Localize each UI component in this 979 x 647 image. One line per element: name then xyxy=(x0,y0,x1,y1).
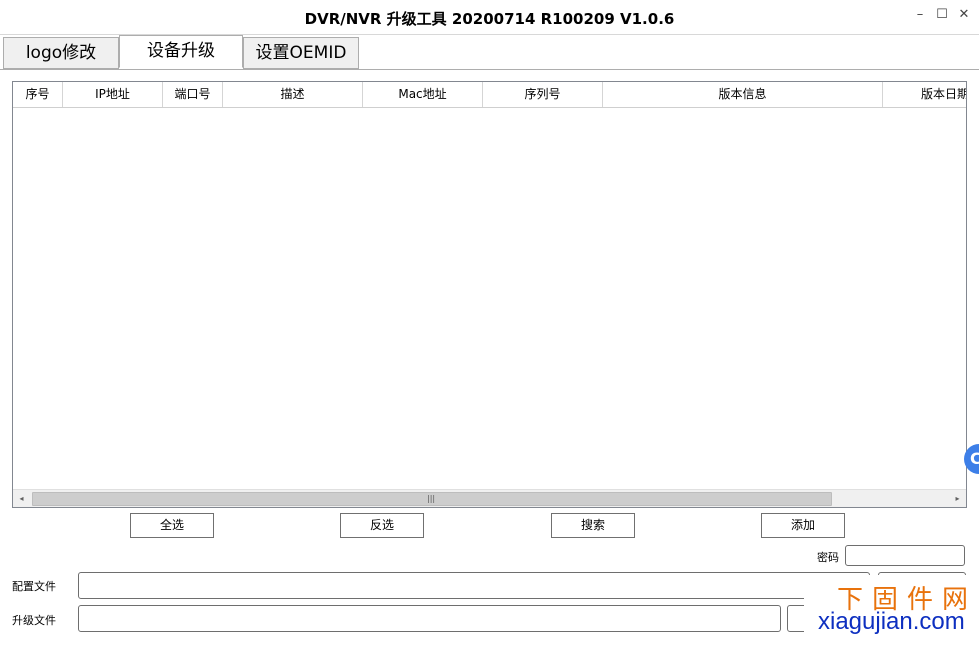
tab-device-upgrade[interactable]: 设备升级 xyxy=(119,35,243,68)
column-header[interactable]: 序列号 xyxy=(483,82,603,107)
tab-logo[interactable]: logo修改 xyxy=(3,37,119,69)
grip-icon: ||| xyxy=(427,494,436,503)
column-header[interactable]: 版本信息 xyxy=(603,82,883,107)
scroll-thumb[interactable]: ||| xyxy=(32,492,832,506)
window-title: DVR/NVR 升级工具 20200714 R100209 V1.0.6 xyxy=(304,10,675,28)
device-table[interactable]: 序号 IP地址 端口号 描述 Mac地址 序列号 版本信息 版本日期 ◂ |||… xyxy=(12,81,967,508)
close-button[interactable]: ✕ xyxy=(957,8,971,22)
maximize-button[interactable]: ☐ xyxy=(935,8,949,22)
password-field[interactable] xyxy=(845,545,965,566)
password-label: 密码 xyxy=(817,551,839,564)
upgrade-file-field[interactable] xyxy=(78,605,781,632)
config-file-label: 配置文件 xyxy=(12,580,56,593)
config-file-field[interactable] xyxy=(78,572,870,599)
watermark: 下固件网 xiagujian.com xyxy=(804,575,979,646)
watermark-en: xiagujian.com xyxy=(818,608,965,635)
add-button[interactable]: 添加 xyxy=(761,513,845,538)
scroll-right-icon[interactable]: ▸ xyxy=(949,490,966,507)
title-bar: DVR/NVR 升级工具 20200714 R100209 V1.0.6 – ☐… xyxy=(0,0,979,35)
scroll-left-icon[interactable]: ◂ xyxy=(13,490,30,507)
horizontal-scrollbar[interactable]: ◂ ||| ▸ xyxy=(13,489,966,507)
column-header[interactable]: 版本日期 xyxy=(883,82,966,107)
column-header[interactable]: 描述 xyxy=(223,82,363,107)
column-header[interactable]: IP地址 xyxy=(63,82,163,107)
search-button[interactable]: 搜索 xyxy=(551,513,635,538)
invert-selection-button[interactable]: 反选 xyxy=(340,513,424,538)
column-header[interactable]: Mac地址 xyxy=(363,82,483,107)
select-all-button[interactable]: 全选 xyxy=(130,513,214,538)
tab-oemid[interactable]: 设置OEMID xyxy=(243,37,359,69)
column-header[interactable]: 端口号 xyxy=(163,82,223,107)
minimize-button[interactable]: – xyxy=(913,8,927,22)
upgrade-file-label: 升级文件 xyxy=(12,614,56,627)
table-header: 序号 IP地址 端口号 描述 Mac地址 序列号 版本信息 版本日期 xyxy=(13,82,966,108)
column-header[interactable]: 序号 xyxy=(13,82,63,107)
